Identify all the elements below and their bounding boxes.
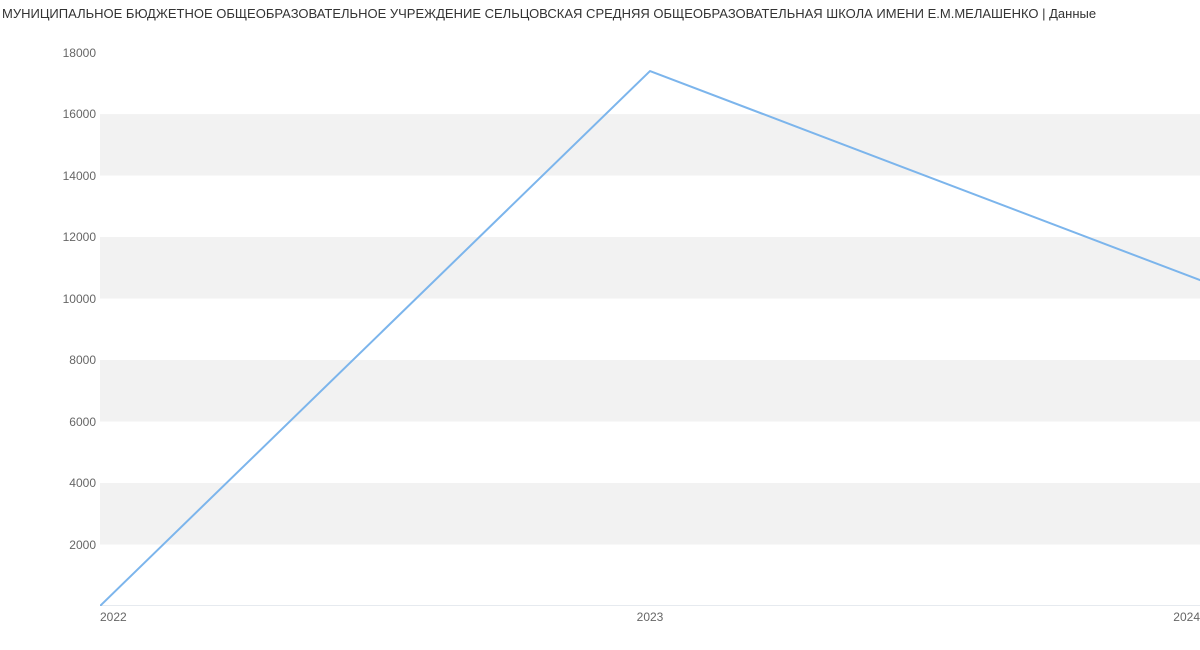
y-tick-label: 16000 [36,107,96,121]
x-tick-label: 2024 [1173,610,1200,624]
y-tick-label: 6000 [36,415,96,429]
y-tick-label: 8000 [36,353,96,367]
x-tick-label: 2023 [637,610,664,624]
plot-bands [100,114,1200,544]
chart-svg [100,28,1200,606]
y-tick-label: 10000 [36,292,96,306]
chart-area: 2000 4000 6000 8000 10000 12000 14000 16000 1800… [0,28,1200,630]
y-tick-label: 12000 [36,230,96,244]
x-tick-label: 2022 [100,610,127,624]
chart-title: МУНИЦИПАЛЬНОЕ БЮДЖЕТНОЕ ОБЩЕОБРАЗОВАТЕЛЬ… [0,6,1200,21]
y-tick-label: 2000 [36,538,96,552]
y-tick-label: 18000 [36,46,96,60]
y-tick-label: 4000 [36,476,96,490]
y-tick-label: 14000 [36,169,96,183]
